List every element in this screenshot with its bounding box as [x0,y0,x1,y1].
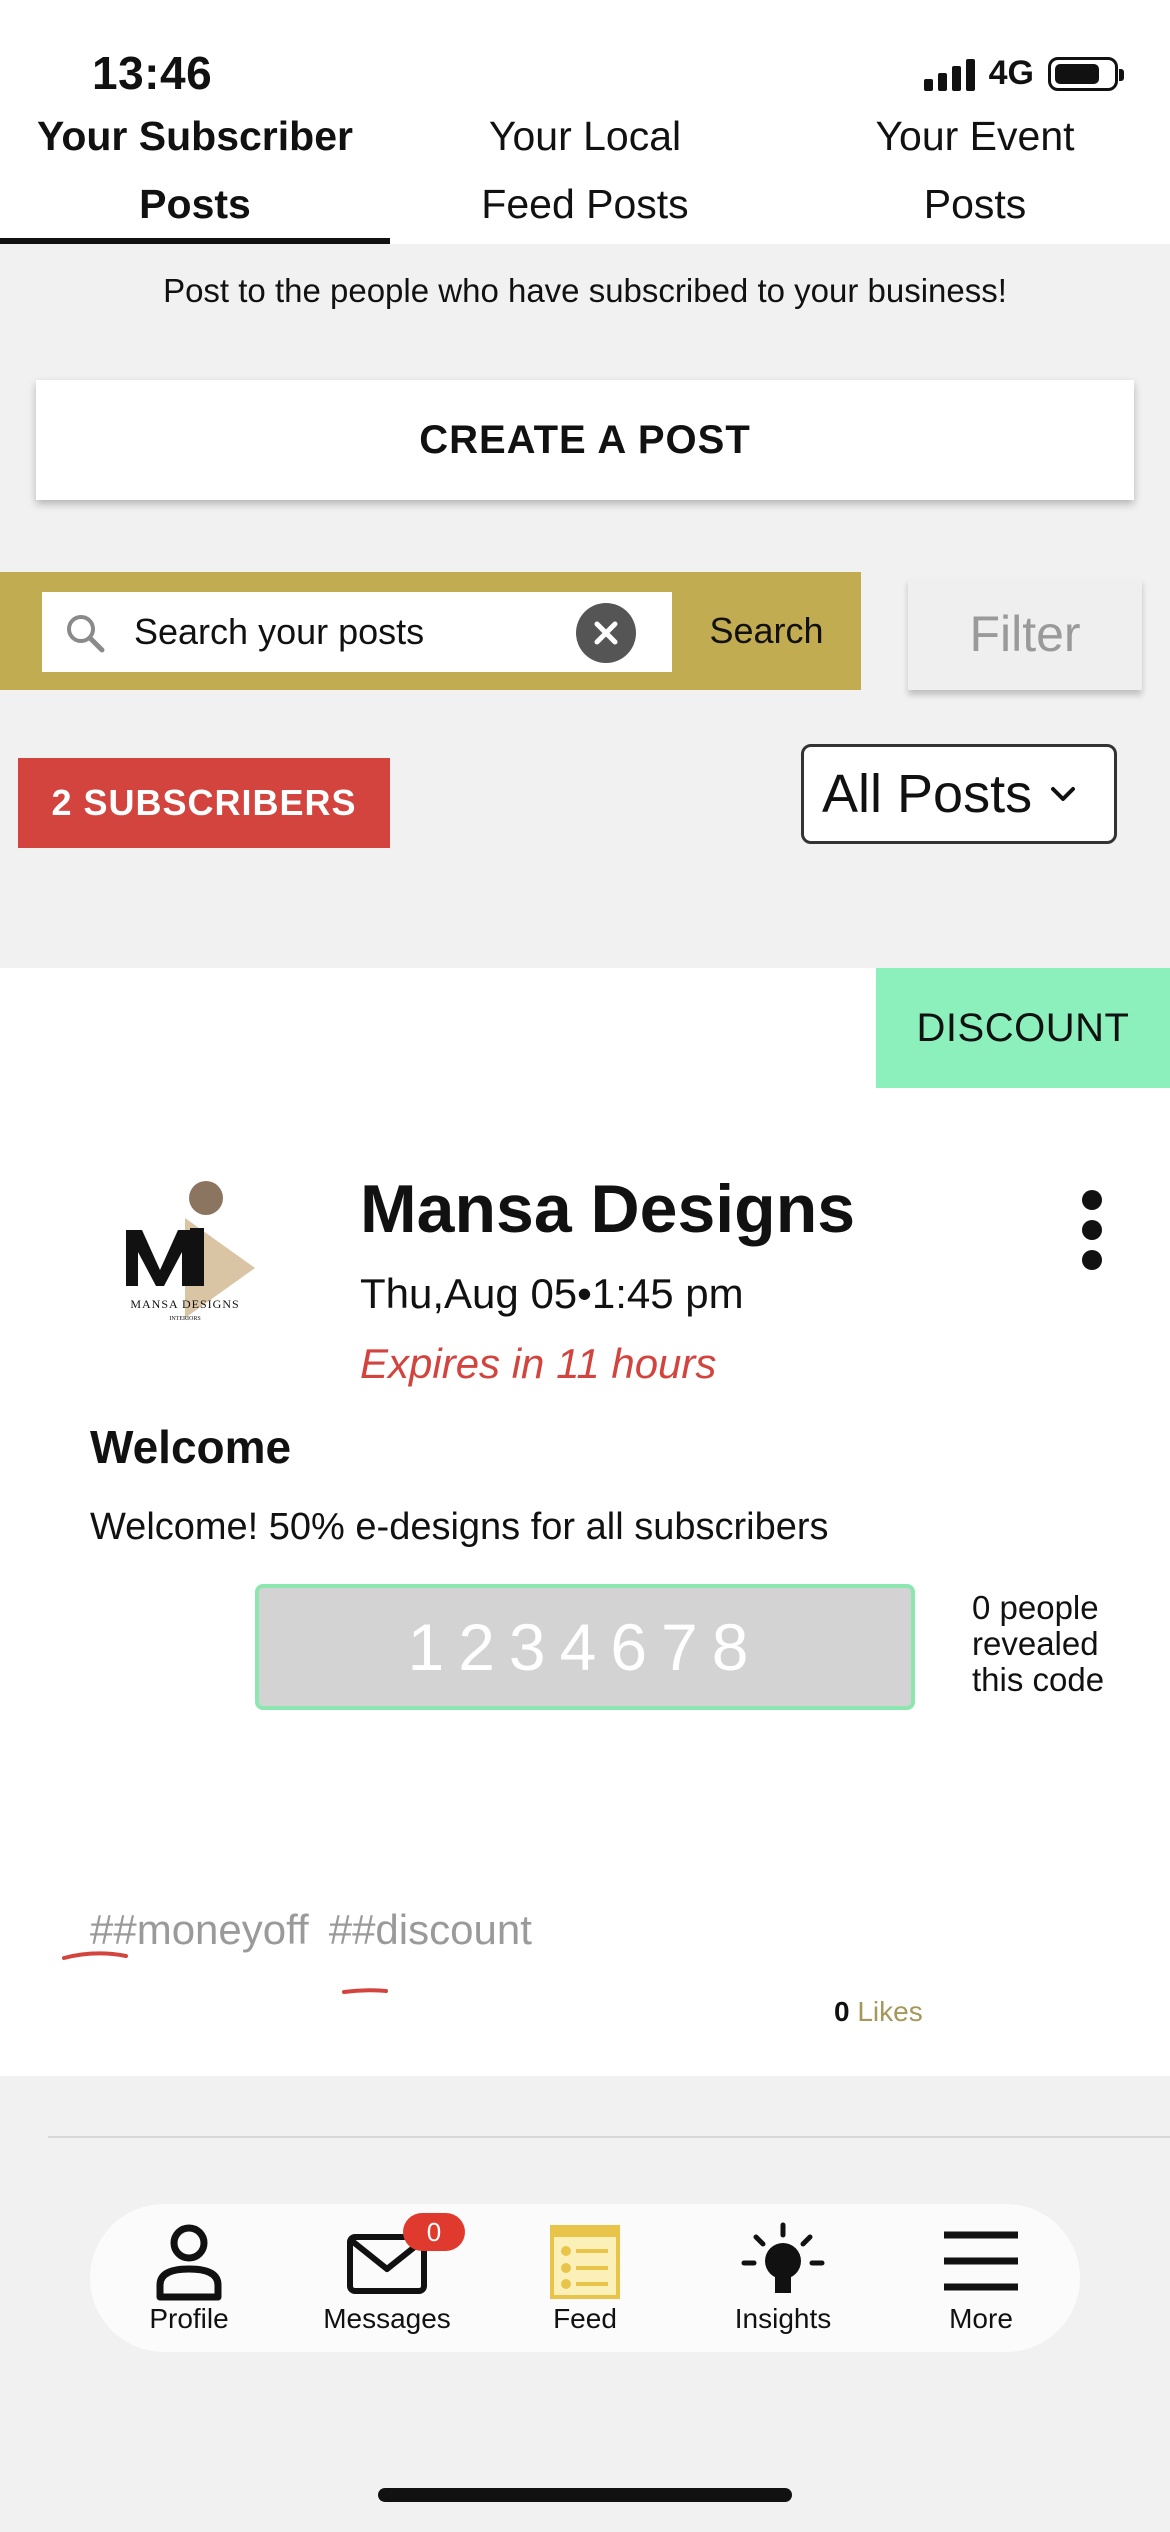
tabbar-label: More [949,2303,1013,2334]
expiry-text: Expires in 11 hours [360,1340,717,1387]
likes-label: Likes [857,1996,923,2027]
bottom-tab-bar: Profile 0 Messages Feed Insights More [90,2204,1080,2352]
tab-local-feed-posts[interactable]: Your Local Feed Posts [390,100,780,244]
tab-event-posts[interactable]: Your Event Posts [780,100,1170,244]
lightbulb-icon [741,2222,825,2293]
post-title: Welcome [90,1421,292,1473]
tabbar-label: Profile [149,2303,229,2334]
person-icon [156,2224,222,2301]
red-underline-mark [62,1951,128,1960]
tab-label-line1: Your Local [488,113,682,159]
create-post-button[interactable]: CREATE A POST [36,380,1134,500]
tab-label-line2: Posts [139,181,251,227]
tab-label-line2: Feed Posts [481,181,689,227]
likes-count[interactable]: 0 Likes [834,1996,923,2028]
post-body: Welcome! 50% e-designs for all subscribe… [90,1506,829,1548]
subscribers-button[interactable]: 2 SUBSCRIBERS [18,758,390,848]
intro-text: Post to the people who have subscribed t… [163,272,1007,309]
discount-code[interactable]: 1234678 [255,1584,915,1710]
tabbar-item-more[interactable]: More [891,2221,1071,2335]
logo-subtext: INTERIORS [169,1316,200,1322]
more-options-icon[interactable] [1070,1190,1114,1270]
search-box [42,592,672,672]
tab-label-line2: Posts [923,181,1027,227]
tabbar-label: Feed [553,2303,617,2334]
status-indicators: 4G [923,54,1124,93]
clear-search-icon[interactable] [576,603,636,663]
tab-subscriber-posts[interactable]: Your Subscriber Posts [0,100,390,244]
battery-icon [1048,56,1124,91]
signal-icon [923,57,975,91]
tabbar-label: Messages [323,2303,451,2334]
search-bar: Search [0,572,861,690]
network-type: 4G [988,54,1034,92]
logo-text: MANSA DESIGNS [130,1297,239,1311]
post-tags: ##moneyoff ##discount [90,1906,532,1954]
feed-icon [550,2225,620,2299]
search-input[interactable] [134,592,574,672]
red-underline-mark [342,1988,388,1994]
status-time: 13:46 [92,47,213,99]
hashtag[interactable]: ##discount [329,1906,532,1954]
post-date: Thu,Aug 05•1:45 pm [360,1270,744,1317]
posts-select-value: All Posts [822,764,1033,824]
business-name[interactable]: Mansa Designs [360,1170,855,1248]
search-icon [67,615,105,653]
likes-number: 0 [834,1996,850,2027]
chevron-down-icon [1051,787,1076,801]
posts-filter-select[interactable]: All Posts [801,744,1117,844]
home-indicator[interactable] [378,2488,792,2502]
tabbar-item-profile[interactable]: Profile [99,2221,279,2335]
search-button[interactable]: Search [672,572,861,690]
post-card: DISCOUNT MANSA DESIGNS INTERIORS Mansa D… [0,968,1170,2076]
tabbar-item-insights[interactable]: Insights [693,2221,873,2335]
discount-badge: DISCOUNT [876,968,1170,1088]
hamburger-menu-icon [944,2231,1018,2291]
business-logo: MANSA DESIGNS INTERIORS [90,1168,280,1358]
post-type-tabs: Your Subscriber Posts Your Local Feed Po… [0,100,1170,244]
tab-label-line1: Your Subscriber [37,113,353,159]
messages-badge: 0 [403,2213,465,2251]
tabbar-item-feed[interactable]: Feed [495,2221,675,2335]
tab-label-line1: Your Event [875,113,1075,159]
filter-button[interactable]: Filter [908,578,1142,690]
revealed-count: 0 people revealed this code [972,1589,1105,1698]
divider [48,2136,1170,2138]
tabbar-label: Insights [734,2303,832,2334]
status-bar: 13:46 4G [0,0,1170,100]
tabbar-item-messages[interactable]: 0 Messages [297,2213,477,2335]
